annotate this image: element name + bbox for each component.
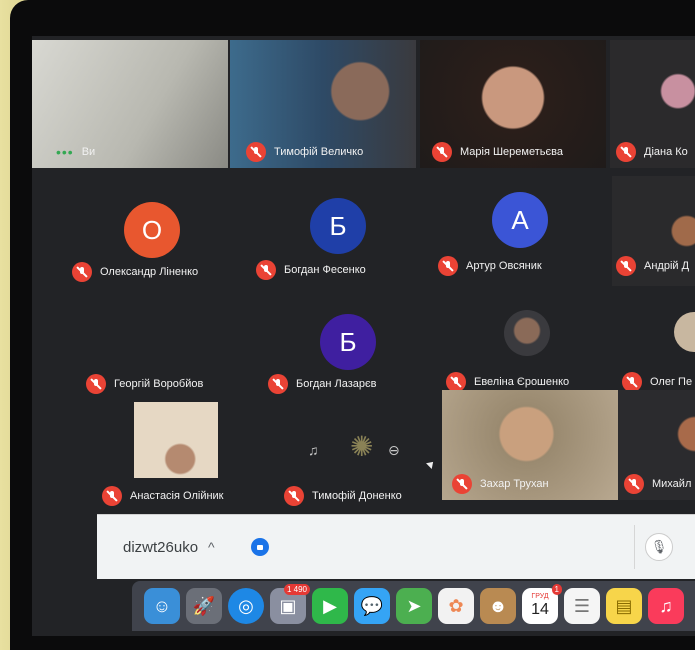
- divider: [634, 525, 635, 569]
- maps-icon[interactable]: ➤: [396, 588, 432, 624]
- video-feed: [134, 402, 218, 478]
- calendar-day: 14: [531, 601, 549, 618]
- participant-tile[interactable]: А Артур Овсяник: [436, 176, 612, 286]
- participant-name: Анастасія Олійник: [130, 490, 224, 502]
- notification-badge: 1: [551, 584, 562, 595]
- mic-off-icon: [432, 142, 452, 162]
- participant-tile[interactable]: О Олександр Ліненко: [62, 176, 248, 286]
- participant-name: Богдан Фесенко: [284, 264, 366, 276]
- download-bar: dizwt26uko ^ 🎙: [97, 514, 695, 579]
- finder-icon[interactable]: ☺: [144, 588, 180, 624]
- participant-name: Михайл: [652, 478, 692, 490]
- participant-name: Олег Пе: [650, 376, 693, 388]
- participant-name: Олександр Ліненко: [100, 266, 199, 278]
- mic-off-icon: [446, 372, 466, 392]
- participant-tile[interactable]: Б Богдан Лазарєв: [262, 298, 448, 398]
- calendar-icon[interactable]: ГРУД 14 1: [522, 584, 562, 624]
- messages-icon[interactable]: 💬: [354, 588, 390, 624]
- participant-name: Діана Ко: [644, 146, 688, 158]
- mic-off-icon: [246, 142, 266, 162]
- photos-icon[interactable]: ✿: [438, 588, 474, 624]
- chevron-up-icon[interactable]: ^: [208, 539, 215, 555]
- participant-name: Тимофій Величко: [274, 146, 364, 158]
- music-icon[interactable]: ♫: [648, 588, 684, 624]
- contacts-icon[interactable]: ☻: [480, 588, 516, 624]
- participant-name: Артур Овсяник: [466, 260, 542, 272]
- participant-tile[interactable]: Захар Трухан: [442, 390, 618, 500]
- mic-off-icon: [256, 260, 276, 280]
- mic-off-icon: [624, 474, 644, 494]
- mic-off-icon: [284, 486, 304, 506]
- participant-name: Марія Шереметьєва: [460, 146, 563, 158]
- shield-lock-icon[interactable]: [250, 538, 269, 556]
- mic-off-icon: [616, 142, 636, 162]
- mouse-cursor-icon: [426, 459, 436, 469]
- mic-off-icon: [616, 256, 636, 276]
- participant-grid: ••• Ви Тимофій Величко Марія Шереметьєва…: [32, 36, 695, 516]
- participant-name: Ви: [81, 146, 96, 158]
- dock: ☺ 🚀 ◎ ▣ 1 490 ▶ 💬 ➤ ✿ ☻ ГРУД 14 1 ☰ ▤ ♫: [132, 581, 695, 631]
- participant-name: Богдан Лазарєв: [296, 378, 377, 390]
- participant-avatar: О: [124, 202, 180, 258]
- participant-tile[interactable]: ♫ ✺ ⊖ Тимофій Доненко: [278, 402, 454, 512]
- participant-avatar: [674, 312, 695, 352]
- participant-tile[interactable]: Михайл: [618, 390, 695, 500]
- participant-tile[interactable]: Георгій Воробйов: [76, 298, 262, 398]
- reminders-icon[interactable]: ☰: [564, 588, 600, 624]
- participant-tile[interactable]: Евеліна Єрошенко: [442, 298, 618, 398]
- participant-name: Евеліна Єрошенко: [474, 376, 570, 388]
- participant-tile[interactable]: Марія Шереметьєва: [420, 40, 606, 168]
- participant-name: Захар Трухан: [480, 478, 549, 490]
- speaking-indicator-icon: •••: [56, 144, 74, 160]
- calendar-month: ГРУД: [531, 593, 549, 600]
- notes-icon[interactable]: ▤: [606, 588, 642, 624]
- download-item[interactable]: dizwt26uko ^: [123, 539, 215, 556]
- center-controls-icon[interactable]: ✺: [350, 430, 373, 463]
- safari-icon[interactable]: ◎: [228, 588, 264, 624]
- screen: ••• Ви Тимофій Величко Марія Шереметьєва…: [32, 36, 695, 636]
- notification-badge: 1 490: [283, 584, 310, 595]
- remove-icon[interactable]: ⊖: [388, 442, 400, 459]
- facetime-icon[interactable]: ▶: [312, 588, 348, 624]
- participant-tile-self[interactable]: ••• Ви: [32, 40, 228, 168]
- participant-name: Тимофій Доненко: [312, 490, 402, 502]
- download-filename: dizwt26uko: [123, 538, 199, 556]
- participant-tile[interactable]: Анастасія Олійник: [92, 402, 278, 512]
- participant-tile[interactable]: Тимофій Величко: [230, 40, 416, 168]
- mic-off-icon: [268, 374, 288, 394]
- participant-avatar: Б: [320, 314, 376, 370]
- participant-tile[interactable]: Андрій Д: [612, 176, 695, 286]
- mic-off-icon: [438, 256, 458, 276]
- photos-app-icon[interactable]: ▣ 1 490: [270, 584, 310, 624]
- participant-avatar: [504, 310, 550, 356]
- participant-tile[interactable]: Діана Ко: [610, 40, 695, 168]
- mic-off-icon: [72, 262, 92, 282]
- participant-name: Георгій Воробйов: [114, 378, 204, 390]
- participant-avatar: Б: [310, 198, 366, 254]
- mic-off-icon: [86, 374, 106, 394]
- participant-tile[interactable]: Олег Пе: [618, 298, 695, 398]
- microphone-icon[interactable]: 🎙: [645, 533, 673, 561]
- mic-off-icon: [622, 372, 642, 392]
- participant-avatar: А: [492, 192, 548, 248]
- pin-icon[interactable]: ♫: [308, 442, 319, 458]
- participant-name: Андрій Д: [644, 260, 690, 272]
- participant-tile[interactable]: Б Богдан Фесенко: [252, 176, 438, 286]
- mic-off-icon: [102, 486, 122, 506]
- launchpad-icon[interactable]: 🚀: [186, 588, 222, 624]
- mic-off-icon: [452, 474, 472, 494]
